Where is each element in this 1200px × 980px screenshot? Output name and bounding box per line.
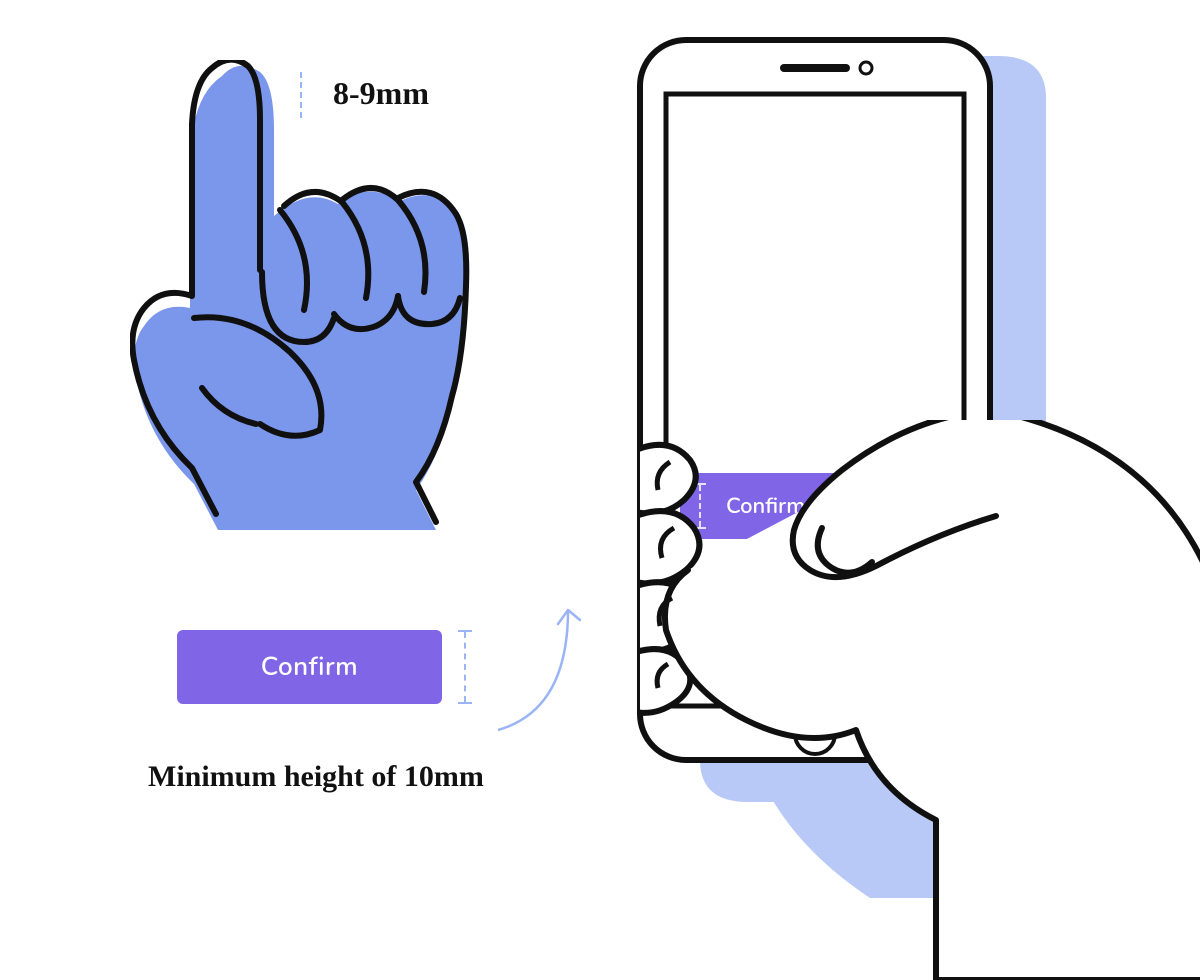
confirm-button-example[interactable]: Confirm	[177, 630, 442, 704]
fingertip-width-label: 8-9mm	[333, 75, 429, 112]
button-height-indicator	[458, 630, 478, 704]
arrow-icon	[480, 580, 600, 740]
minimum-height-caption: Minimum height of 10mm	[148, 760, 484, 794]
fingertip-width-indicator	[300, 72, 302, 118]
confirm-button-label: Confirm	[261, 650, 358, 685]
pointing-hand-illustration	[130, 60, 510, 530]
holding-hand-illustration	[640, 420, 1200, 980]
